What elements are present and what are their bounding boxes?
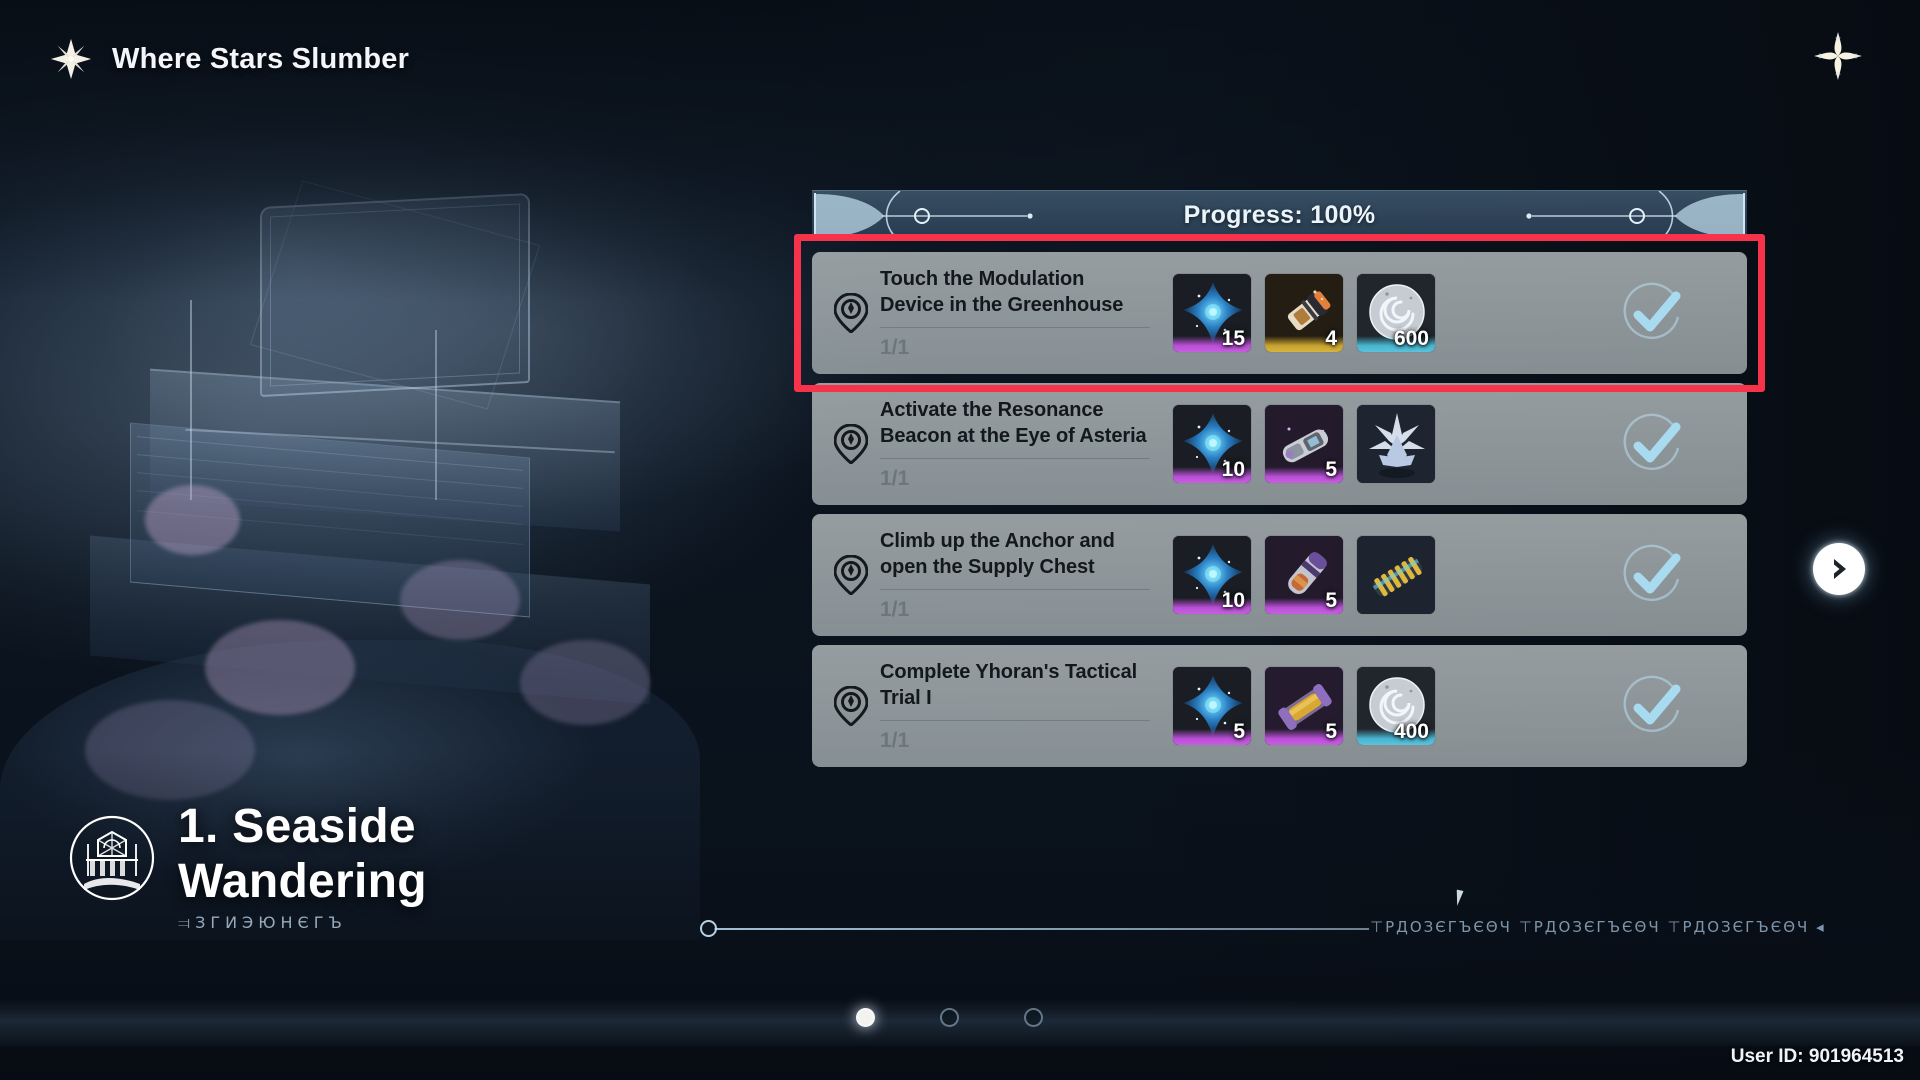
quest-panel: Progress: 100% Touch the Modulation Devi… [794, 190, 1765, 767]
pagination-dot[interactable] [1024, 1008, 1043, 1027]
task-divider [880, 720, 1150, 722]
pagination [856, 1008, 1043, 1027]
background-foliage [400, 560, 520, 640]
page-title: Where Stars Slumber [112, 42, 410, 75]
task-text-block: Climb up the Anchor and open the Supply … [880, 528, 1150, 623]
reward-item[interactable] [1356, 404, 1436, 484]
star-burst-icon [50, 38, 92, 80]
user-id-label: User ID: 901964513 [1730, 1046, 1904, 1067]
background-mast [435, 330, 437, 500]
task-rewards: 15 4 600 [1172, 273, 1436, 353]
chevron-right-icon [1834, 559, 1846, 579]
task-title: Complete Yhoran's Tactical Trial I [880, 660, 1138, 709]
pagination-dot[interactable] [940, 1008, 959, 1027]
task-rewards: 10 5 [1172, 535, 1436, 615]
reward-quantity: 10 [1221, 589, 1245, 612]
background-mast [190, 300, 192, 500]
reward-quantity: 10 [1221, 458, 1245, 481]
reward-quantity: 4 [1325, 327, 1337, 350]
task-title: Activate the Resonance Beacon at the Eye… [880, 398, 1147, 447]
task-title: Touch the Modulation Device in the Green… [880, 267, 1124, 316]
reward-rarity-bar [1357, 467, 1435, 483]
task-row[interactable]: Complete Yhoran's Tactical Trial I 1/1 5 [812, 645, 1747, 767]
check-circle-icon [1623, 282, 1681, 339]
task-list: Touch the Modulation Device in the Green… [794, 234, 1765, 767]
location-pin-icon [833, 685, 869, 727]
check-circle-icon [1623, 413, 1681, 470]
reward-item[interactable]: 5 [1264, 535, 1344, 615]
progress-bar-decoration-left [814, 191, 1033, 241]
next-page-button[interactable] [1813, 543, 1865, 595]
progress-label: Progress: 100% [1183, 200, 1376, 229]
header: Where Stars Slumber [48, 36, 409, 82]
location-pin-icon [833, 554, 869, 596]
reward-rarity-bar [1357, 598, 1435, 614]
progress-bar-decoration-right [1526, 191, 1745, 241]
location-pin-icon [833, 292, 869, 334]
task-text-block: Activate the Resonance Beacon at the Eye… [880, 397, 1150, 492]
task-divider [880, 327, 1150, 329]
reward-item[interactable]: 4 [1264, 273, 1344, 353]
background-foliage [520, 640, 650, 725]
task-progress-count: 1/1 [880, 336, 910, 360]
reward-item[interactable]: 10 [1172, 535, 1252, 615]
reward-quantity: 600 [1393, 327, 1429, 350]
task-status [1579, 670, 1729, 742]
task-pin-icon [833, 423, 869, 465]
task-divider [880, 589, 1150, 591]
task-progress-count: 1/1 [880, 729, 910, 753]
task-row[interactable]: Activate the Resonance Beacon at the Eye… [812, 383, 1747, 505]
task-status [1579, 277, 1729, 349]
location-pin-icon [833, 423, 869, 465]
task-pin-icon [833, 292, 869, 334]
task-rewards: 5 5 400 [1172, 666, 1436, 746]
timeline-runes: ⊤РДОЗЄГЪЄΘЧ ⊤РДОЗЄГЪЄΘЧ ⊤РДОЗЄГЪЄΘЧ ◂ [1370, 918, 1826, 936]
timeline-node[interactable] [700, 920, 717, 937]
task-progress-count: 1/1 [880, 467, 910, 491]
task-divider [880, 458, 1150, 460]
task-progress-count: 1/1 [880, 598, 910, 622]
check-circle-icon [1623, 675, 1681, 732]
reward-quantity: 15 [1221, 327, 1245, 350]
reward-item[interactable] [1356, 535, 1436, 615]
task-text-block: Complete Yhoran's Tactical Trial I 1/1 [880, 659, 1150, 754]
reward-item[interactable]: 15 [1172, 273, 1252, 353]
task-title: Climb up the Anchor and open the Supply … [880, 529, 1115, 578]
reward-item[interactable]: 10 [1172, 404, 1252, 484]
progress-bar: Progress: 100% [812, 190, 1747, 241]
chapter-title: 1. Seaside Wandering [178, 800, 427, 908]
pagination-dot[interactable] [856, 1008, 875, 1027]
timeline-track [714, 928, 1369, 930]
task-text-block: Touch the Modulation Device in the Green… [880, 266, 1150, 361]
task-status [1579, 539, 1729, 611]
observatory-emblem [69, 815, 155, 901]
task-row[interactable]: Climb up the Anchor and open the Supply … [812, 514, 1747, 636]
task-pin-icon [833, 554, 869, 596]
reward-item[interactable]: 5 [1172, 666, 1252, 746]
task-pin-icon [833, 685, 869, 727]
task-rewards: 10 5 [1172, 404, 1436, 484]
background-foliage [145, 485, 240, 555]
reward-item[interactable]: 5 [1264, 666, 1344, 746]
check-circle-icon [1623, 544, 1681, 601]
chapter-block: 1. Seaside Wandering ⫤ЗГИЭЮНЄГЪ [68, 800, 508, 933]
game-screen: Where Stars Slumber Progress: 100% Touch… [0, 0, 1920, 1080]
close-star-icon[interactable] [1810, 28, 1866, 84]
reward-quantity: 5 [1325, 458, 1337, 481]
reward-quantity: 5 [1233, 720, 1245, 743]
chapter-runes: ⫤ЗГИЭЮНЄГЪ [178, 913, 347, 933]
reward-quantity: 5 [1325, 589, 1337, 612]
task-status [1579, 408, 1729, 480]
task-row[interactable]: Touch the Modulation Device in the Green… [794, 234, 1765, 392]
reward-quantity: 400 [1393, 720, 1429, 743]
reward-item[interactable]: 5 [1264, 404, 1344, 484]
reward-quantity: 5 [1325, 720, 1337, 743]
background-foliage [205, 620, 355, 715]
reward-item[interactable]: 400 [1356, 666, 1436, 746]
reward-item[interactable]: 600 [1356, 273, 1436, 353]
chapter-timeline[interactable]: ⊤РДОЗЄГЪЄΘЧ ⊤РДОЗЄГЪЄΘЧ ⊤РДОЗЄГЪЄΘЧ ◂ [700, 918, 1824, 940]
